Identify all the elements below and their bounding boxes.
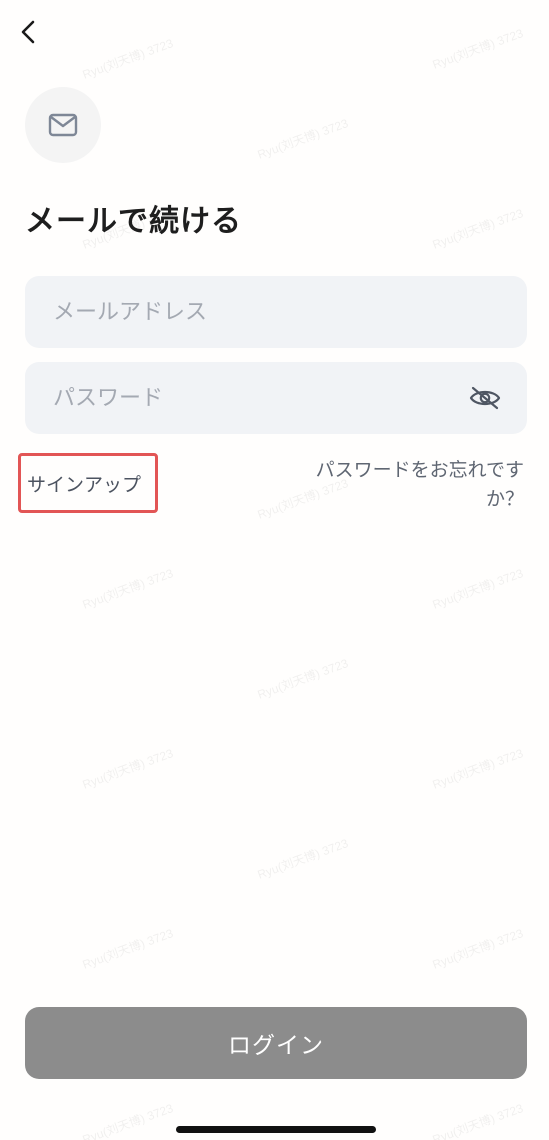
envelope-icon bbox=[48, 113, 78, 137]
watermark: Ryu(刘天博) 3723 bbox=[80, 36, 176, 82]
password-input[interactable] bbox=[51, 384, 469, 412]
forgot-password-link[interactable]: パスワードをお忘れですか？ bbox=[284, 456, 524, 514]
watermark: Ryu(刘天博) 3723 bbox=[255, 836, 351, 882]
watermark: Ryu(刘天博) 3723 bbox=[430, 26, 526, 72]
signup-link[interactable]: サインアップ bbox=[18, 453, 158, 513]
signup-label: サインアップ bbox=[27, 473, 142, 496]
mail-badge bbox=[25, 87, 101, 163]
page-title: メールで続ける bbox=[25, 204, 242, 239]
watermark: Ryu(刘天博) 3723 bbox=[430, 566, 526, 612]
eye-off-icon bbox=[469, 386, 501, 410]
watermark: Ryu(刘天博) 3723 bbox=[80, 566, 176, 612]
email-field[interactable] bbox=[25, 276, 527, 348]
home-indicator bbox=[176, 1126, 376, 1133]
watermark: Ryu(刘天博) 3723 bbox=[255, 116, 351, 162]
back-button[interactable] bbox=[12, 16, 44, 48]
watermark: Ryu(刘天博) 3723 bbox=[430, 206, 526, 252]
toggle-password-visibility-button[interactable] bbox=[469, 382, 501, 414]
watermark: Ryu(刘天博) 3723 bbox=[80, 926, 176, 972]
password-field[interactable] bbox=[25, 362, 527, 434]
login-button[interactable]: ログイン bbox=[25, 1007, 527, 1079]
watermark: Ryu(刘天博) 3723 bbox=[255, 656, 351, 702]
watermark: Ryu(刘天博) 3723 bbox=[430, 926, 526, 972]
watermark: Ryu(刘天博) 3723 bbox=[80, 746, 176, 792]
chevron-left-icon bbox=[21, 20, 35, 44]
watermark: Ryu(刘天博) 3723 bbox=[80, 1101, 176, 1140]
watermark-layer: Ryu(刘天博) 3723 Ryu(刘天博) 3723 Ryu(刘天博) 372… bbox=[0, 0, 549, 1140]
watermark: Ryu(刘天博) 3723 bbox=[430, 746, 526, 792]
watermark: Ryu(刘天博) 3723 bbox=[430, 1101, 526, 1140]
email-input[interactable] bbox=[51, 298, 501, 326]
